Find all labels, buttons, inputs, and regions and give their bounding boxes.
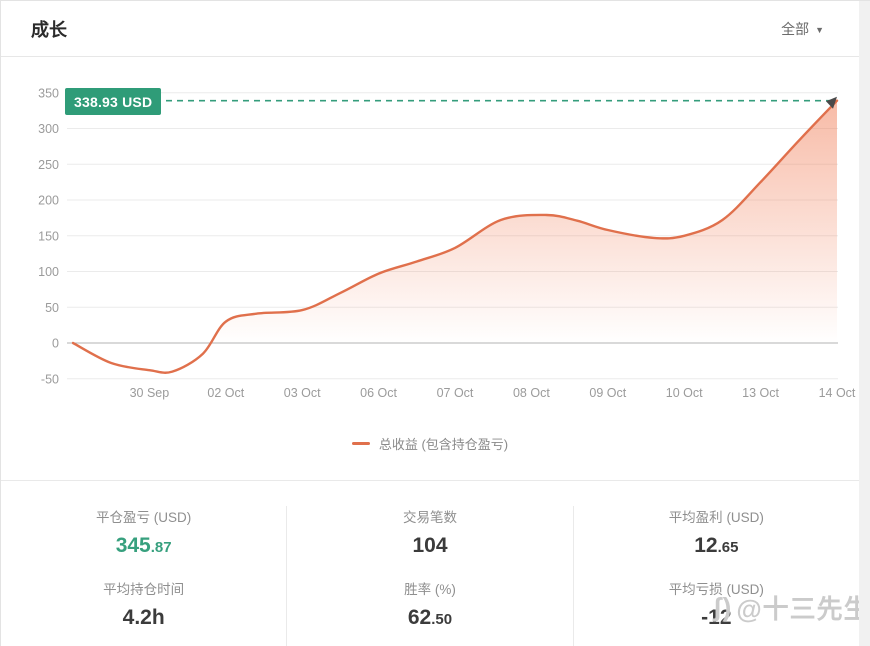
svg-text:06 Oct: 06 Oct — [360, 386, 397, 400]
stat-label: 平仓盈亏 (USD) — [1, 506, 286, 526]
stats-column-2: 交易笔数 104 胜率 (%) 62.50 — [286, 506, 572, 646]
svg-text:350: 350 — [38, 86, 59, 100]
stat-value: 12.65 — [574, 533, 859, 561]
stat-label: 平均盈利 (USD) — [574, 506, 859, 526]
watermark-text: @十三先生 — [736, 589, 870, 626]
stat-value: 345.87 — [1, 533, 286, 561]
svg-text:09 Oct: 09 Oct — [589, 386, 626, 400]
filter-dropdown[interactable]: 全部 ▼ — [781, 19, 824, 39]
svg-text:250: 250 — [38, 158, 59, 172]
filter-label: 全部 — [781, 19, 809, 39]
watermark: ʃ) @十三先生 — [713, 589, 870, 626]
chevron-down-icon: ▼ — [815, 25, 824, 35]
legend-label: 总收益 (包含持仓盈亏) — [379, 434, 508, 453]
svg-text:03 Oct: 03 Oct — [284, 386, 321, 400]
stat-value: 4.2h — [1, 605, 286, 633]
svg-text:50: 50 — [45, 301, 59, 315]
svg-text:300: 300 — [38, 122, 59, 136]
svg-text:02 Oct: 02 Oct — [207, 386, 244, 400]
stat-win-rate: 胜率 (%) 62.50 — [287, 578, 572, 633]
stat-avg-holding-time: 平均持仓时间 4.2h — [1, 578, 286, 633]
svg-text:08 Oct: 08 Oct — [513, 386, 550, 400]
peak-value-badge: 338.93 USD — [65, 88, 161, 115]
svg-text:10 Oct: 10 Oct — [666, 386, 703, 400]
chart-legend[interactable]: 总收益 (包含持仓盈亏) — [1, 434, 859, 453]
growth-chart[interactable]: 350 300 250 200 150 100 50 0 -50 30 Sep 02 Oct 03 O… — [1, 57, 870, 481]
svg-text:07 Oct: 07 Oct — [437, 386, 474, 400]
stat-trade-count: 交易笔数 104 — [287, 506, 572, 561]
svg-text:14 Oct: 14 Oct — [819, 386, 856, 400]
stats-column-1: 平仓盈亏 (USD) 345.87 平均持仓时间 4.2h — [1, 506, 286, 646]
stat-label: 交易笔数 — [287, 506, 572, 526]
chart-canvas[interactable]: 350 300 250 200 150 100 50 0 -50 30 Sep 02 Oct 03 O… — [1, 57, 870, 481]
stat-label: 胜率 (%) — [287, 578, 572, 598]
svg-text:200: 200 — [38, 194, 59, 208]
stat-value: 62.50 — [287, 605, 572, 633]
svg-text:0: 0 — [52, 337, 59, 351]
page-right-gutter — [859, 1, 870, 646]
svg-text:13 Oct: 13 Oct — [742, 386, 779, 400]
svg-text:150: 150 — [38, 229, 59, 243]
widget-header: 成长 全部 ▼ — [1, 1, 870, 57]
svg-text:30 Sep: 30 Sep — [130, 386, 170, 400]
stat-avg-profit: 平均盈利 (USD) 12.65 — [574, 506, 859, 561]
stat-label: 平均持仓时间 — [1, 578, 286, 598]
svg-text:-50: -50 — [41, 372, 59, 386]
svg-text:100: 100 — [38, 265, 59, 279]
stat-closed-pnl: 平仓盈亏 (USD) 345.87 — [1, 506, 286, 561]
watermark-logo-icon: ʃ) — [713, 592, 732, 623]
page-title: 成长 — [31, 16, 67, 42]
stat-value: 104 — [287, 533, 572, 561]
growth-widget: 成长 全部 ▼ 350 300 250 200 150 100 50 0 -50 30 Sep 02… — [0, 0, 870, 646]
legend-line-marker — [352, 442, 370, 445]
